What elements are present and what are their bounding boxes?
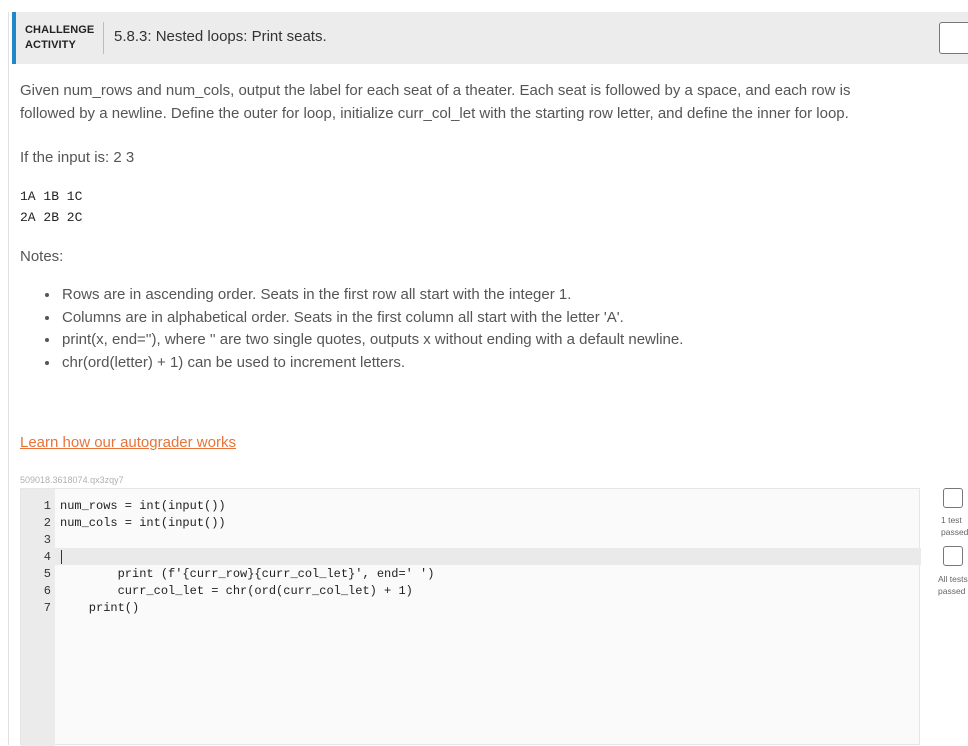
code-line[interactable]: num_cols = int(input()) xyxy=(60,516,226,530)
activity-title: 5.8.3: Nested loops: Print seats. xyxy=(114,28,327,45)
notes-list: Rows are in ascending order. Seats in th… xyxy=(40,284,683,374)
code-line[interactable]: print() xyxy=(60,601,139,615)
test1-status-icon xyxy=(943,488,963,508)
test1-status-label: 1 test passed xyxy=(941,515,968,537)
line-number: 6 xyxy=(43,584,51,598)
input-example-label: If the input is: 2 3 xyxy=(20,149,135,166)
autograder-link[interactable]: Learn how our autograder works xyxy=(20,434,236,451)
completion-badge-icon xyxy=(939,22,968,54)
code-editor[interactable]: 1 2 3 4 5 6 7 num_rows = int(input()) nu… xyxy=(20,488,921,746)
header-divider xyxy=(103,22,104,54)
example-output-line: 2A 2B 2C xyxy=(20,210,83,225)
line-number: 2 xyxy=(43,516,51,530)
code-line[interactable]: num_rows = int(input()) xyxy=(60,499,226,513)
code-line[interactable]: curr_col_let = chr(ord(curr_col_let) + 1… xyxy=(60,584,413,598)
line-number: 3 xyxy=(43,533,51,547)
note-item: chr(ord(letter) + 1) can be used to incr… xyxy=(60,352,683,375)
active-line-highlight xyxy=(55,548,921,565)
text-cursor xyxy=(61,550,62,564)
challenge-header: CHALLENGE ACTIVITY 5.8.3: Nested loops: … xyxy=(12,12,968,64)
example-output-line: 1A 1B 1C xyxy=(20,189,83,204)
note-item: print(x, end=''), where '' are two singl… xyxy=(60,329,683,352)
note-item: Columns are in alphabetical order. Seats… xyxy=(60,307,683,330)
line-number: 7 xyxy=(43,601,51,615)
line-number: 4 xyxy=(43,550,51,564)
activity-id: 509018.3618074.qx3zqy7 xyxy=(20,475,124,485)
notes-heading: Notes: xyxy=(20,248,64,265)
example-output: 1A 1B 1C 2A 2B 2C xyxy=(20,186,82,228)
challenge-activity-label: CHALLENGE ACTIVITY xyxy=(25,24,95,51)
activity-description: Given num_rows and num_cols, output the … xyxy=(20,82,851,122)
line-number: 1 xyxy=(43,499,51,513)
test2-status-icon xyxy=(943,546,963,566)
code-line[interactable]: print (f'{curr_row}{curr_col_let}', end=… xyxy=(60,567,435,581)
test2-status-label: All tests passed xyxy=(938,574,968,596)
line-number: 5 xyxy=(43,567,51,581)
note-item: Rows are in ascending order. Seats in th… xyxy=(60,284,683,307)
